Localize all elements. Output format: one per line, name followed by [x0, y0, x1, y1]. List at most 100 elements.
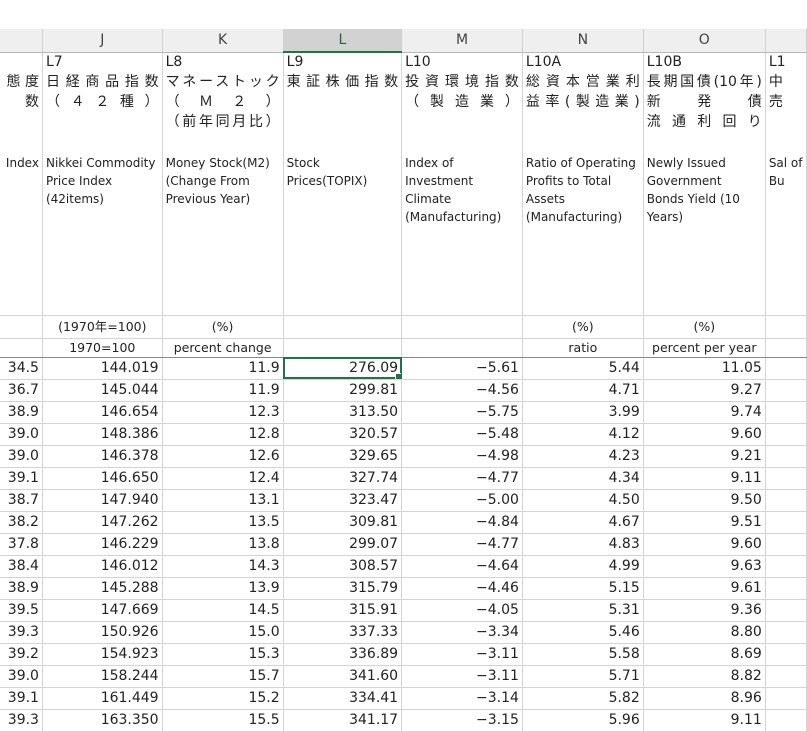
data-cell[interactable]: 5.96 [522, 709, 644, 732]
data-cell[interactable]: 15.3 [162, 643, 284, 666]
data-cell[interactable]: 9.50 [643, 489, 766, 512]
data-cell[interactable]: 9.27 [643, 379, 766, 402]
data-cell[interactable]: 39.1 [0, 467, 43, 490]
data-cell[interactable]: 39.0 [0, 445, 43, 468]
data-cell[interactable]: −4.46 [401, 577, 523, 600]
japanese-title-cell[interactable]: マネーストック （ Ｍ ２ ） （前年同月比） [162, 72, 284, 152]
unit-english-cell[interactable]: 1970=100 [42, 338, 163, 358]
english-title-cell[interactable]: Money Stock(M2) (Change From Previous Ye… [162, 152, 284, 316]
column-header[interactable]: L [283, 29, 403, 53]
data-cell[interactable]: 341.60 [283, 665, 403, 688]
data-cell[interactable]: 13.5 [162, 511, 284, 534]
japanese-title-cell[interactable]: 態 度数 [0, 72, 43, 152]
data-cell[interactable]: 38.7 [0, 489, 43, 512]
data-cell[interactable]: −4.56 [401, 379, 523, 402]
data-cell[interactable]: −3.14 [401, 687, 523, 710]
data-cell[interactable]: 12.3 [162, 401, 284, 424]
data-cell[interactable]: 336.89 [283, 643, 403, 666]
data-cell[interactable]: 146.650 [42, 467, 163, 490]
english-title-cell[interactable]: Stock Prices(TOPIX) [283, 152, 403, 316]
data-cell[interactable]: 4.83 [522, 533, 644, 556]
unit-english-cell[interactable]: percent per year [643, 338, 766, 358]
data-cell[interactable]: 154.923 [42, 643, 163, 666]
japanese-title-cell[interactable]: 東証株価指数 [283, 72, 403, 152]
column-header[interactable] [0, 29, 43, 53]
data-cell[interactable]: 5.71 [522, 665, 644, 688]
column-header[interactable]: K [162, 29, 284, 53]
data-cell[interactable] [765, 467, 807, 490]
data-cell[interactable]: 14.5 [162, 599, 284, 622]
data-cell[interactable]: 12.4 [162, 467, 284, 490]
unit-cell[interactable]: (1970年=100) [42, 315, 163, 339]
data-cell[interactable]: −4.77 [401, 533, 523, 556]
data-cell[interactable]: 15.7 [162, 665, 284, 688]
data-cell[interactable]: −4.84 [401, 511, 523, 534]
data-cell[interactable]: −3.11 [401, 665, 523, 688]
data-cell[interactable]: 39.3 [0, 621, 43, 644]
data-cell[interactable]: 320.57 [283, 423, 403, 446]
data-cell[interactable] [765, 401, 807, 424]
data-cell[interactable]: 4.12 [522, 423, 644, 446]
data-cell[interactable]: 5.58 [522, 643, 644, 666]
japanese-title-cell[interactable]: 投資環境指数 （ 製 造 業 ） [401, 72, 523, 152]
unit-english-cell[interactable] [765, 338, 807, 358]
data-cell[interactable]: 4.71 [522, 379, 644, 402]
data-cell[interactable] [765, 511, 807, 534]
data-cell[interactable]: 38.9 [0, 401, 43, 424]
data-cell[interactable]: −5.61 [401, 357, 523, 380]
data-cell[interactable]: 4.34 [522, 467, 644, 490]
data-cell[interactable]: −5.75 [401, 401, 523, 424]
data-cell[interactable]: 5.44 [522, 357, 644, 380]
data-cell[interactable]: 8.80 [643, 621, 766, 644]
data-cell[interactable]: 323.47 [283, 489, 403, 512]
data-cell[interactable]: 9.60 [643, 533, 766, 556]
data-cell[interactable]: 5.82 [522, 687, 644, 710]
data-cell[interactable] [765, 621, 807, 644]
data-cell[interactable]: 161.449 [42, 687, 163, 710]
data-cell[interactable]: 299.07 [283, 533, 403, 556]
series-code-cell[interactable]: L1 [765, 52, 807, 72]
data-cell[interactable]: 9.74 [643, 401, 766, 424]
data-cell[interactable]: 163.350 [42, 709, 163, 732]
data-cell[interactable] [765, 599, 807, 622]
data-cell[interactable]: 38.4 [0, 555, 43, 578]
data-cell[interactable]: −4.64 [401, 555, 523, 578]
data-cell[interactable]: 8.69 [643, 643, 766, 666]
data-cell[interactable]: 147.669 [42, 599, 163, 622]
data-cell[interactable]: 15.2 [162, 687, 284, 710]
japanese-title-cell[interactable]: 日経商品指数 （ ４ ２ 種 ） [42, 72, 163, 152]
unit-cell[interactable]: (%) [643, 315, 766, 339]
data-cell[interactable]: 313.50 [283, 401, 403, 424]
unit-english-cell[interactable] [283, 338, 403, 358]
data-cell[interactable] [765, 423, 807, 446]
data-cell[interactable]: −3.34 [401, 621, 523, 644]
data-cell[interactable]: 144.019 [42, 357, 163, 380]
data-cell[interactable] [765, 379, 807, 402]
data-cell[interactable]: −3.15 [401, 709, 523, 732]
english-title-cell[interactable]: Index [0, 152, 43, 316]
data-cell[interactable]: 38.9 [0, 577, 43, 600]
english-title-cell[interactable]: Nikkei Commodity Price Index (42items) [42, 152, 163, 316]
english-title-cell[interactable]: Newly Issued Government Bonds Yield (10 … [643, 152, 766, 316]
data-cell[interactable] [765, 555, 807, 578]
data-cell[interactable]: 38.2 [0, 511, 43, 534]
data-cell[interactable]: 148.386 [42, 423, 163, 446]
data-cell[interactable]: 147.262 [42, 511, 163, 534]
english-title-cell[interactable]: Sal of Bu [765, 152, 807, 316]
unit-english-cell[interactable] [0, 338, 43, 358]
series-code-cell[interactable]: L9 [283, 52, 403, 72]
data-cell[interactable]: 158.244 [42, 665, 163, 688]
data-cell[interactable]: 39.3 [0, 709, 43, 732]
data-cell[interactable]: 14.3 [162, 555, 284, 578]
data-cell[interactable]: 39.5 [0, 599, 43, 622]
data-cell[interactable]: −4.98 [401, 445, 523, 468]
unit-english-cell[interactable] [401, 338, 523, 358]
data-cell[interactable]: 4.67 [522, 511, 644, 534]
data-cell[interactable]: 9.63 [643, 555, 766, 578]
data-cell[interactable]: 299.81 [283, 379, 403, 402]
unit-cell[interactable] [0, 315, 43, 339]
column-header[interactable]: O [643, 29, 766, 53]
data-cell[interactable]: 13.1 [162, 489, 284, 512]
data-cell[interactable]: 11.05 [643, 357, 766, 380]
data-cell[interactable] [765, 445, 807, 468]
